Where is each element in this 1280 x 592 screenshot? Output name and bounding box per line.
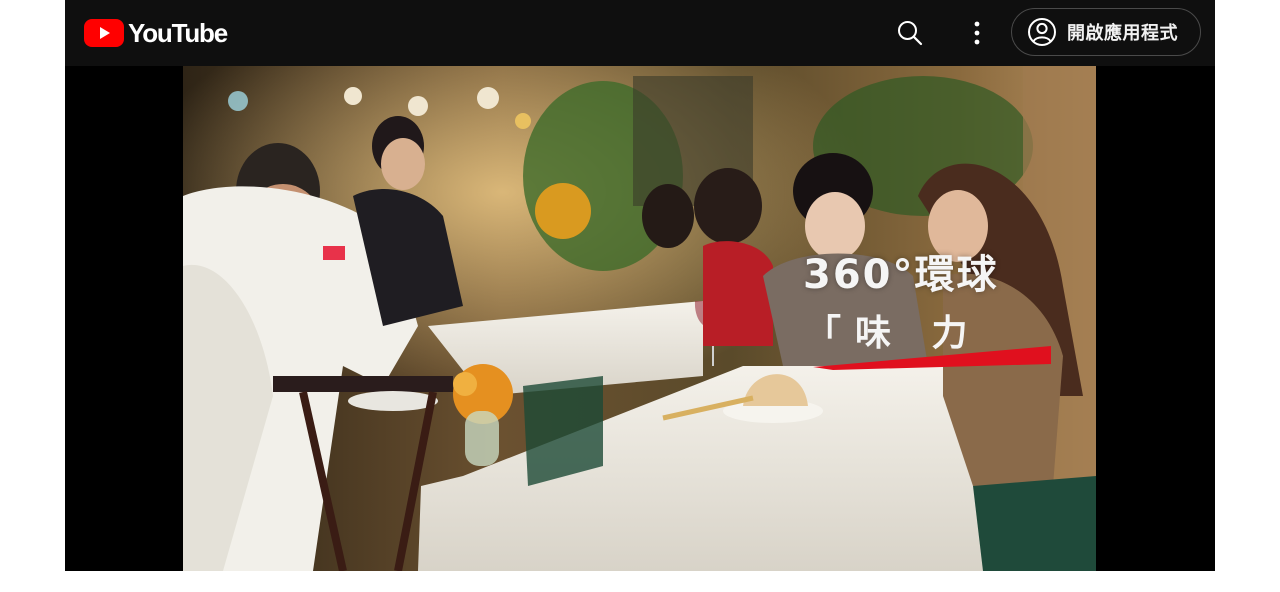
more-vertical-icon [974, 21, 980, 45]
youtube-mobile-page: YouTube 開啟應用程式 360°環球 「味 力 [0, 0, 1280, 592]
youtube-logo[interactable]: YouTube [84, 18, 228, 48]
open-app-label: 開啟應用程式 [1067, 23, 1178, 44]
search-icon [898, 21, 923, 46]
account-circle-icon [1028, 18, 1056, 46]
search-button[interactable] [890, 13, 930, 53]
overlay-red-stripe [813, 346, 1051, 370]
youtube-logo-icon [84, 19, 124, 47]
open-app-button[interactable]: 開啟應用程式 [1011, 8, 1201, 56]
video-overlay-title: 360°環球 [803, 252, 999, 298]
video-player[interactable]: 360°環球 「味 力 [65, 66, 1215, 571]
logo-wordmark: YouTube [128, 18, 228, 48]
video-frame[interactable]: 360°環球 「味 力 [183, 66, 1096, 571]
top-app-bar: YouTube 開啟應用程式 [65, 0, 1215, 66]
more-options-button[interactable] [957, 13, 997, 53]
